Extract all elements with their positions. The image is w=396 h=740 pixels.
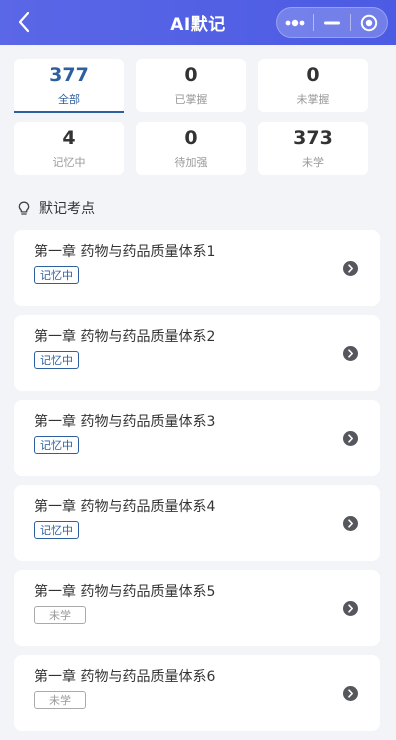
stat-not-mastered[interactable]: 0 未掌握 bbox=[258, 59, 368, 112]
status-badge: 记忆中 bbox=[34, 351, 79, 369]
stat-value: 0 bbox=[184, 127, 198, 149]
stat-value: 0 bbox=[306, 64, 320, 86]
stat-label: 待加强 bbox=[174, 156, 208, 169]
stat-label: 全部 bbox=[58, 93, 80, 106]
stat-memorizing[interactable]: 4 记忆中 bbox=[14, 122, 124, 175]
stat-not-learned[interactable]: 373 未学 bbox=[258, 122, 368, 175]
stat-label: 记忆中 bbox=[52, 156, 86, 169]
stat-value: 377 bbox=[49, 64, 89, 86]
more-button[interactable] bbox=[277, 8, 313, 37]
status-badge: 未学 bbox=[34, 691, 86, 709]
chapter-card[interactable]: 第一章 药物与药品质量体系6 未学 bbox=[14, 655, 380, 731]
nav-bar: AI默记 bbox=[0, 0, 396, 45]
chapter-card[interactable]: 第一章 药物与药品质量体系1 记忆中 bbox=[14, 230, 380, 306]
chapter-title: 第一章 药物与药品质量体系6 bbox=[34, 669, 216, 685]
chapter-title: 第一章 药物与药品质量体系5 bbox=[34, 584, 216, 600]
lightbulb-icon bbox=[18, 201, 30, 216]
chevron-right-circle-icon bbox=[343, 686, 358, 701]
chapter-title: 第一章 药物与药品质量体系4 bbox=[34, 499, 216, 515]
status-badge: 记忆中 bbox=[34, 521, 79, 539]
chapter-list: 第一章 药物与药品质量体系1 记忆中 第一章 药物与药品质量体系2 记忆中 第一… bbox=[14, 230, 380, 740]
status-badge: 记忆中 bbox=[34, 266, 79, 284]
stat-label: 未学 bbox=[302, 156, 324, 169]
chapter-card[interactable]: 第一章 药物与药品质量体系3 记忆中 bbox=[14, 400, 380, 476]
chevron-right-circle-icon bbox=[343, 346, 358, 361]
stats-grid: 377 全部 0 已掌握 0 未掌握 4 记忆中 0 待加强 373 未学 bbox=[14, 59, 380, 175]
stat-value: 4 bbox=[62, 127, 76, 149]
stat-mastered[interactable]: 0 已掌握 bbox=[136, 59, 246, 112]
chevron-right-circle-icon bbox=[343, 261, 358, 276]
stat-value: 0 bbox=[184, 64, 198, 86]
section-title: 默记考点 bbox=[39, 201, 95, 217]
stat-all[interactable]: 377 全部 bbox=[14, 59, 124, 113]
stat-label: 已掌握 bbox=[174, 93, 208, 106]
mini-program-capsule bbox=[276, 7, 388, 38]
more-dots-icon bbox=[285, 19, 305, 26]
stat-to-strengthen[interactable]: 0 待加强 bbox=[136, 122, 246, 175]
chevron-right-circle-icon bbox=[343, 431, 358, 446]
status-badge: 未学 bbox=[34, 606, 86, 624]
close-miniapp-button[interactable] bbox=[351, 8, 387, 37]
chapter-title: 第一章 药物与药品质量体系1 bbox=[34, 244, 216, 260]
stat-value: 373 bbox=[293, 127, 333, 149]
status-badge: 记忆中 bbox=[34, 436, 79, 454]
chapter-card[interactable]: 第一章 药物与药品质量体系2 记忆中 bbox=[14, 315, 380, 391]
target-close-icon bbox=[360, 14, 378, 31]
chapter-card[interactable]: 第一章 药物与药品质量体系4 记忆中 bbox=[14, 485, 380, 561]
minimize-button[interactable] bbox=[314, 8, 350, 37]
chapter-title: 第一章 药物与药品质量体系2 bbox=[34, 329, 216, 345]
chevron-right-circle-icon bbox=[343, 601, 358, 616]
chevron-right-circle-icon bbox=[343, 516, 358, 531]
stat-label: 未掌握 bbox=[296, 93, 330, 106]
section-header: 默记考点 bbox=[18, 198, 95, 218]
chapter-title: 第一章 药物与药品质量体系3 bbox=[34, 414, 216, 430]
minus-icon bbox=[324, 21, 340, 24]
chapter-card[interactable]: 第一章 药物与药品质量体系5 未学 bbox=[14, 570, 380, 646]
